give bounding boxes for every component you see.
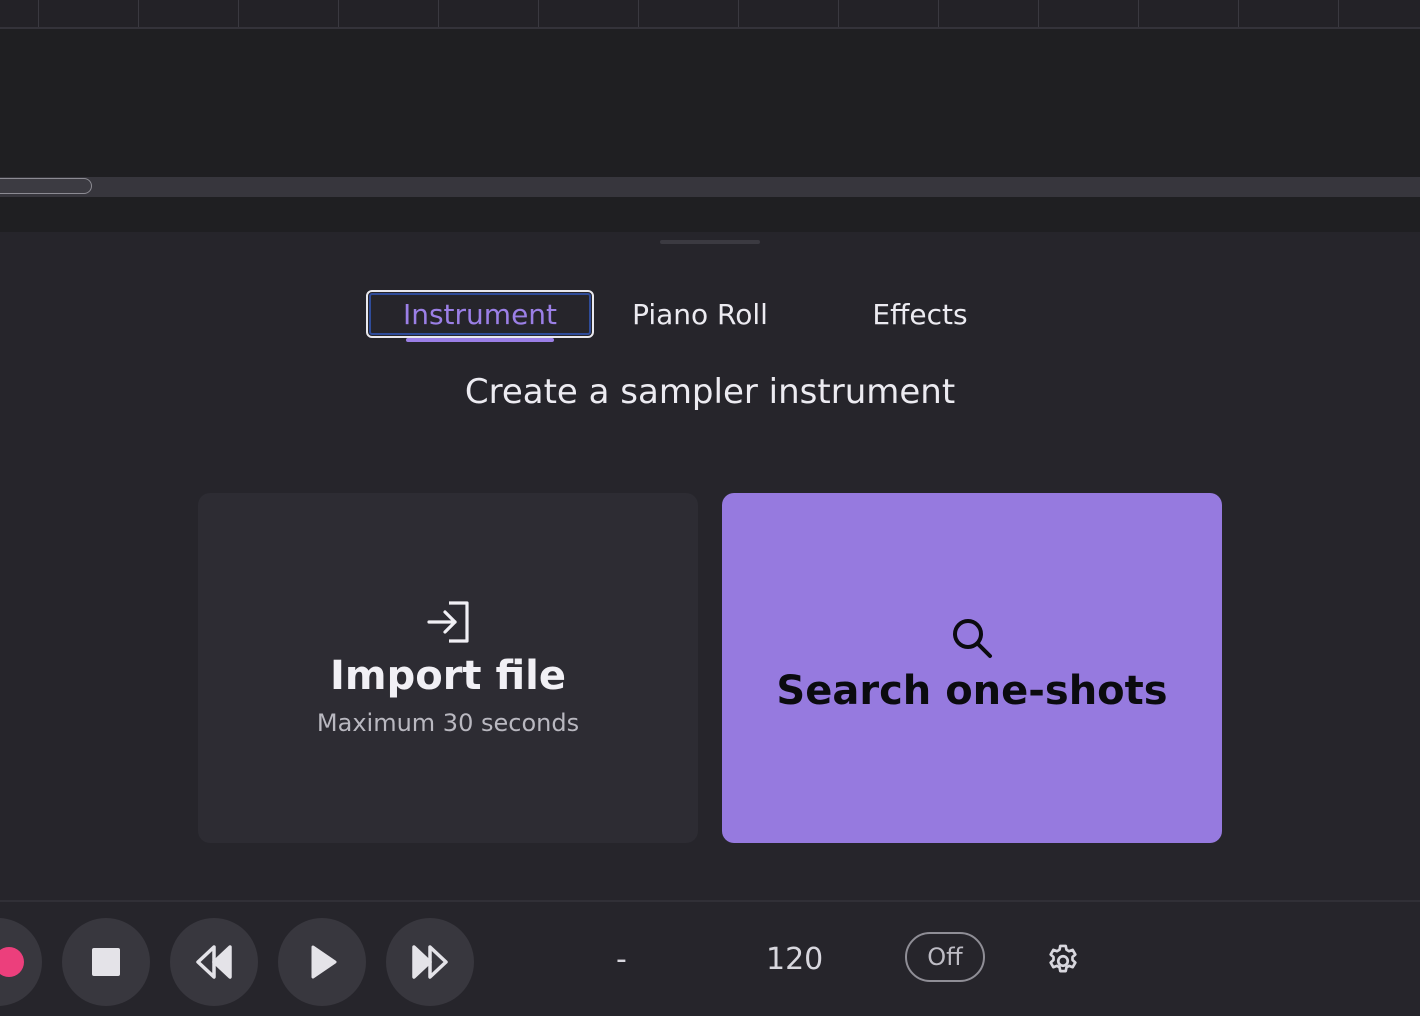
panel-title: Create a sampler instrument [464,372,956,412]
editor-panel: Instrument Piano Roll Effects Create a s… [0,232,1420,900]
active-tab-indicator [406,338,554,342]
gear-icon[interactable] [1044,942,1082,980]
playhead-position: - [616,942,627,977]
ruler-tick [138,0,139,27]
search-icon [953,619,992,658]
ruler-tick [1338,0,1339,27]
stop-button[interactable] [62,918,150,1006]
ruler-tick [538,0,539,27]
tempo-value[interactable]: 120 [766,942,823,977]
fast-forward-button[interactable] [386,918,474,1006]
tab-piano-roll[interactable]: Piano Roll [620,290,780,338]
track-area[interactable] [0,29,1420,177]
editor-tabs: Instrument Piano Roll Effects [0,290,1420,342]
horizontal-scrollbar[interactable] [0,177,1420,197]
rewind-button[interactable] [170,918,258,1006]
track-area-footer [0,197,1420,232]
ruler-tick [738,0,739,27]
ruler-tick [38,0,39,27]
tab-effects[interactable]: Effects [846,290,994,338]
ruler-tick [838,0,839,27]
record-button[interactable] [0,918,42,1006]
metronome-toggle[interactable]: Off [905,932,985,982]
ruler-tick [1238,0,1239,27]
transport-bar: - 120 Off [0,900,1420,1016]
ruler-tick [238,0,239,27]
import-file-card[interactable]: Import file Maximum 30 seconds [198,493,698,843]
search-one-shots-card[interactable]: Search one-shots [722,493,1222,843]
panel-resize-handle[interactable] [660,240,760,244]
search-one-shots-title: Search one-shots [776,668,1168,714]
ruler-tick [1038,0,1039,27]
import-file-subtitle: Maximum 30 seconds [316,709,580,737]
timeline-ruler[interactable] [0,0,1420,29]
record-icon [0,947,24,977]
rewind-icon [196,945,232,979]
scrollbar-thumb[interactable] [0,178,92,194]
ruler-tick [438,0,439,27]
ruler-tick [638,0,639,27]
fast-forward-icon [412,945,448,979]
tab-instrument[interactable]: Instrument [366,290,594,338]
import-file-icon [427,601,469,643]
play-icon [311,945,337,979]
import-file-title: Import file [330,653,566,699]
ruler-tick [938,0,939,27]
play-button[interactable] [278,918,366,1006]
stop-icon [92,948,120,976]
ruler-tick [338,0,339,27]
ruler-tick [1138,0,1139,27]
